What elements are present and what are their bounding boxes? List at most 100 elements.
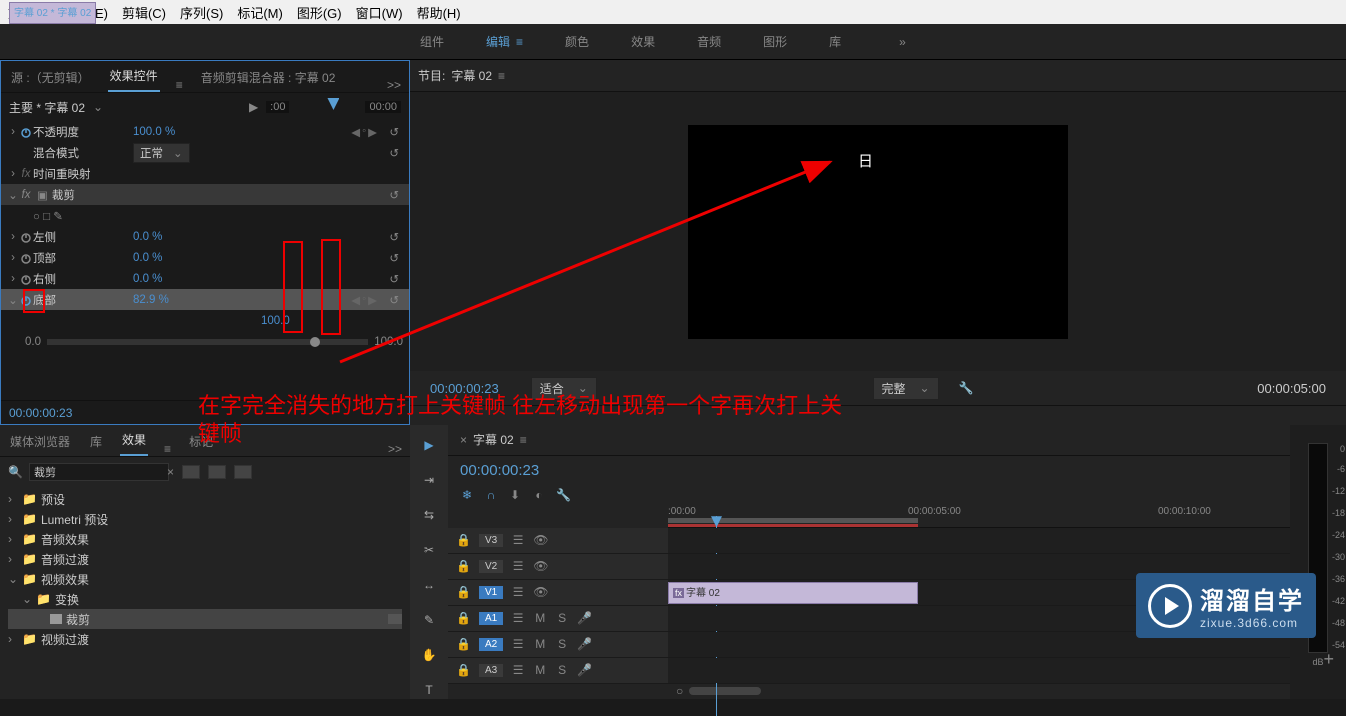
solo-toggle[interactable]: S [555, 663, 569, 677]
ws-tab-edit[interactable]: 编辑 [486, 33, 523, 50]
sync-lock-icon[interactable]: ☰ [511, 533, 525, 547]
lock-icon[interactable]: 🔒 [456, 611, 471, 625]
resolution-dropdown[interactable]: 完整 [873, 377, 939, 400]
ec-play-icon[interactable]: ▶ [249, 100, 258, 114]
tab-overflow-icon[interactable]: >> [387, 78, 401, 92]
voice-icon[interactable]: 🎤 [577, 663, 591, 677]
tree-transform[interactable]: 变换 [55, 591, 79, 608]
blend-mode-dropdown[interactable]: 正常 [133, 143, 190, 163]
track-lane-v3[interactable] [668, 528, 1290, 553]
tab-media-browser[interactable]: 媒体浏览器 [8, 427, 72, 456]
reset-icon[interactable]: ↺ [389, 293, 399, 307]
kf-add-icon[interactable]: ◦ [362, 125, 366, 139]
effects-search-input[interactable] [29, 463, 169, 481]
ws-overflow-icon[interactable]: » [899, 35, 906, 49]
tab-source[interactable]: 源 :（无剪辑） [9, 63, 92, 92]
razor-tool-icon[interactable]: ✂ [419, 540, 439, 559]
tab-effect-controls[interactable]: 效果控件 [108, 61, 160, 92]
program-sequence-name[interactable]: 字幕 02 [451, 67, 492, 84]
reset-icon[interactable]: ↺ [389, 188, 399, 202]
prop-crop-bottom[interactable]: 底部 [33, 292, 133, 308]
ec-timecode[interactable]: 00:00:00:23 [9, 406, 72, 420]
type-tool-icon[interactable]: T [419, 680, 439, 699]
kf-prev-icon[interactable]: ◀ [351, 125, 360, 139]
stopwatch-icon[interactable] [20, 252, 32, 264]
sync-lock-icon[interactable]: ☰ [511, 585, 525, 599]
tree-lumetri[interactable]: Lumetri 预设 [41, 511, 108, 528]
ws-tab-graphics[interactable]: 图形 [763, 33, 787, 50]
ec-clip-link[interactable]: 字幕 02 * 字幕 02 [9, 2, 96, 24]
settings-icon[interactable]: 🔧 [959, 381, 974, 395]
lock-icon[interactable]: 🔒 [456, 533, 471, 547]
lock-icon[interactable]: 🔒 [456, 585, 471, 599]
track-a1[interactable]: A1 [479, 612, 503, 625]
voice-icon[interactable]: 🎤 [577, 611, 591, 625]
ws-tab-assembly[interactable]: 组件 [420, 33, 444, 50]
ws-tab-audio[interactable]: 音频 [697, 33, 721, 50]
ws-tab-color[interactable]: 颜色 [565, 33, 589, 50]
reset-icon[interactable]: ↺ [389, 230, 399, 244]
selection-tool-icon[interactable]: ▶ [419, 435, 439, 454]
slip-tool-icon[interactable]: ↔ [419, 575, 439, 594]
tree-crop-effect[interactable]: 裁剪 [66, 611, 90, 628]
filter-badge-3[interactable] [234, 465, 252, 479]
timeline-sequence-name[interactable]: 字幕 02 [473, 431, 514, 448]
tree-video-fx[interactable]: 视频效果 [41, 571, 89, 588]
tab-effects[interactable]: 效果 [120, 425, 148, 456]
track-v1[interactable]: V1 [479, 586, 503, 599]
stopwatch-icon[interactable] [20, 126, 32, 138]
program-viewer[interactable]: 日 [688, 125, 1068, 339]
mute-toggle[interactable]: M [533, 663, 547, 677]
menu-window[interactable]: 窗口(W) [356, 3, 403, 22]
kf-prev-icon[interactable]: ◀ [351, 293, 360, 307]
tab-audio-mixer[interactable]: 音频剪辑混合器 : 字幕 02 [199, 63, 338, 92]
timeline-hscroll[interactable] [689, 687, 761, 695]
sync-icon[interactable]: ◐ [532, 488, 546, 502]
crop-top-value[interactable]: 0.0 % [133, 252, 193, 264]
tree-audio-tr[interactable]: 音频过渡 [41, 551, 89, 568]
menu-help[interactable]: 帮助(H) [417, 3, 461, 22]
mute-toggle[interactable]: M [533, 611, 547, 625]
tab-overflow-icon[interactable]: >> [388, 442, 402, 456]
stopwatch-icon[interactable] [20, 273, 32, 285]
snap-icon[interactable]: ❄ [460, 488, 474, 502]
eye-icon[interactable]: 👁 [533, 533, 547, 547]
menu-graphics[interactable]: 图形(G) [297, 3, 342, 22]
kf-next-icon[interactable]: ▶ [368, 293, 377, 307]
prop-crop-top[interactable]: 顶部 [33, 250, 133, 266]
solo-toggle[interactable]: S [555, 611, 569, 625]
timeline-timecode[interactable]: 00:00:00:23 [460, 462, 539, 479]
clear-search-icon[interactable]: × [167, 465, 174, 479]
track-a3[interactable]: A3 [479, 664, 503, 677]
menu-clip[interactable]: 剪辑(C) [122, 3, 166, 22]
wrench-icon[interactable]: 🔧 [556, 488, 570, 502]
prop-crop[interactable]: 裁剪 [52, 187, 152, 203]
prop-crop-right[interactable]: 右侧 [33, 271, 133, 287]
reset-icon[interactable]: ↺ [389, 146, 399, 160]
linked-icon[interactable]: ∩ [484, 488, 498, 502]
eye-icon[interactable]: 👁 [533, 585, 547, 599]
ws-tab-library[interactable]: 库 [829, 33, 841, 50]
prop-time-remap[interactable]: 时间重映射 [33, 166, 133, 182]
menu-sequence[interactable]: 序列(S) [180, 3, 223, 22]
lock-icon[interactable]: 🔒 [456, 663, 471, 677]
filter-badge-1[interactable] [182, 465, 200, 479]
work-area-bar[interactable] [668, 518, 918, 523]
timeline-ruler[interactable]: :00:00 00:00:05:00 00:00:10:00 [668, 504, 1290, 527]
eye-icon[interactable]: 👁 [533, 559, 547, 573]
solo-toggle[interactable]: S [555, 637, 569, 651]
sync-lock-icon[interactable]: ☰ [511, 637, 525, 651]
ec-playhead-icon[interactable] [327, 98, 339, 110]
tree-video-tr[interactable]: 视频过渡 [41, 631, 89, 648]
menu-marker[interactable]: 标记(M) [237, 3, 283, 22]
crop-bottom-slider[interactable] [47, 339, 368, 345]
marker-icon[interactable]: ⬇ [508, 488, 522, 502]
track-v2[interactable]: V2 [479, 560, 503, 573]
reset-icon[interactable]: ↺ [389, 125, 399, 139]
mute-toggle[interactable]: M [533, 637, 547, 651]
tree-presets[interactable]: 预设 [41, 491, 65, 508]
kf-add-icon[interactable]: ◦ [362, 293, 366, 307]
sync-lock-icon[interactable]: ☰ [511, 559, 525, 573]
opacity-value[interactable]: 100.0 % [133, 126, 193, 138]
sync-lock-icon[interactable]: ☰ [511, 663, 525, 677]
